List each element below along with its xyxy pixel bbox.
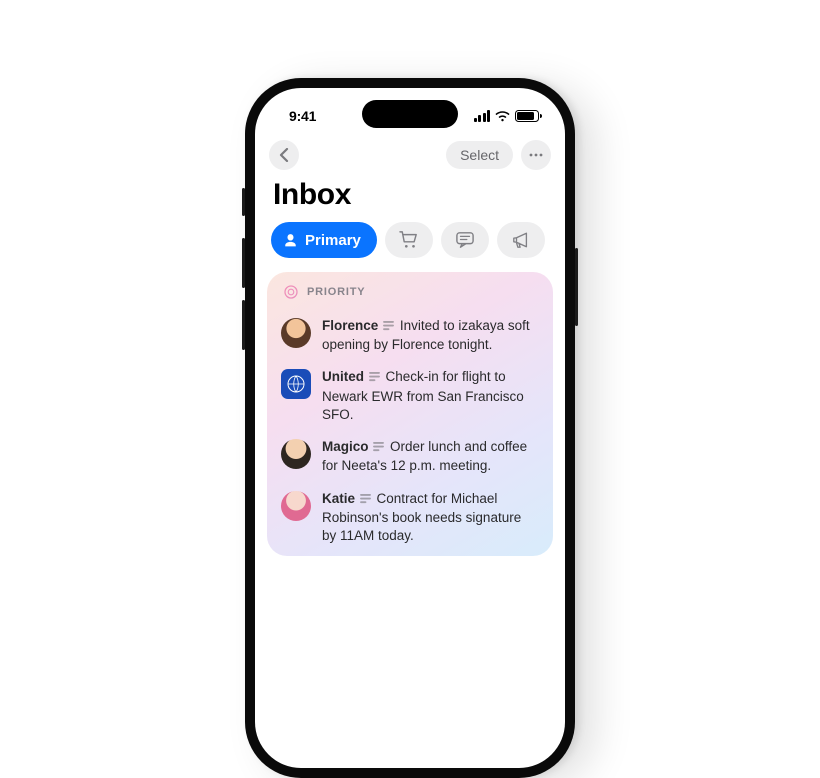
priority-message[interactable]: Magico Order lunch and coffee for Neeta'…	[281, 431, 539, 482]
apple-intelligence-icon	[283, 284, 299, 300]
back-button[interactable]	[269, 140, 299, 170]
summary-icon	[360, 491, 371, 509]
message-text: Magico Order lunch and coffee for Neeta'…	[322, 438, 539, 475]
message-text: Florence Invited to izakaya soft opening…	[322, 317, 539, 354]
avatar	[281, 318, 311, 348]
filter-social[interactable]	[441, 222, 489, 258]
status-indicators	[474, 110, 540, 122]
megaphone-icon	[511, 231, 531, 249]
message-sender: United	[322, 369, 364, 384]
ellipsis-icon	[529, 153, 543, 157]
priority-section: PRIORITY Florence Invited to izakaya sof…	[267, 272, 553, 556]
priority-message[interactable]: Katie Contract for Michael Robinson's bo…	[281, 483, 539, 553]
message-sender: Florence	[322, 318, 378, 333]
volume-down-button	[242, 300, 245, 350]
filter-shopping[interactable]	[385, 222, 433, 258]
chevron-left-icon	[279, 148, 289, 162]
summary-icon	[373, 439, 384, 457]
select-button[interactable]: Select	[446, 141, 513, 169]
summary-icon	[383, 318, 394, 336]
message-text: United Check-in for flight to Newark EWR…	[322, 368, 539, 424]
dynamic-island	[362, 100, 458, 128]
volume-up-button	[242, 238, 245, 288]
phone-frame: 9:41 Select Inbox	[245, 78, 575, 778]
avatar	[281, 439, 311, 469]
more-button[interactable]	[521, 140, 551, 170]
chat-icon	[455, 231, 475, 249]
priority-message[interactable]: United Check-in for flight to Newark EWR…	[281, 361, 539, 431]
filter-primary-label: Primary	[305, 232, 361, 249]
priority-label: PRIORITY	[307, 286, 365, 298]
cellular-icon	[474, 110, 491, 122]
avatar	[281, 491, 311, 521]
united-logo-icon	[286, 374, 306, 394]
side-button	[242, 188, 245, 216]
avatar	[281, 369, 311, 399]
power-button	[575, 248, 578, 326]
page-title: Inbox	[255, 176, 565, 222]
wifi-icon	[495, 111, 510, 122]
filter-primary[interactable]: Primary	[271, 222, 377, 258]
category-filters: Primary	[255, 222, 565, 272]
message-text: Katie Contract for Michael Robinson's bo…	[322, 490, 539, 546]
battery-icon	[515, 110, 539, 122]
priority-message[interactable]: Florence Invited to izakaya soft opening…	[281, 310, 539, 361]
person-icon	[283, 233, 298, 248]
nav-row: Select	[255, 138, 565, 176]
screen: 9:41 Select Inbox	[255, 88, 565, 768]
summary-icon	[369, 369, 380, 387]
message-sender: Magico	[322, 439, 369, 454]
status-time: 9:41	[289, 108, 316, 124]
filter-promotions[interactable]	[497, 222, 545, 258]
cart-icon	[399, 231, 419, 249]
priority-header: PRIORITY	[281, 284, 539, 300]
message-sender: Katie	[322, 491, 355, 506]
